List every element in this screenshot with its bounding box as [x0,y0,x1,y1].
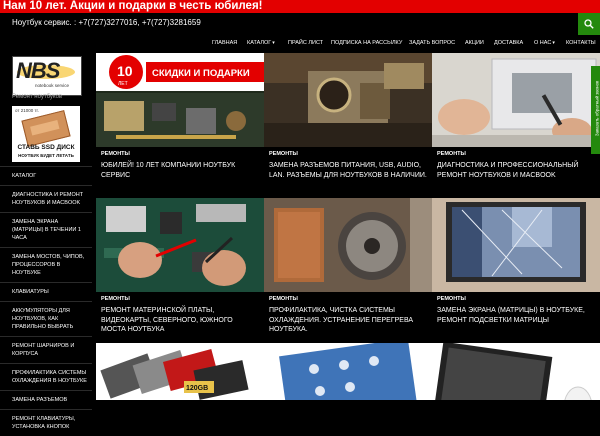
ssd-ad-banner[interactable]: от 21000 тг. СТАВЬ SSD ДИСК НОУТБУК БУДЕ… [12,106,80,162]
keyboard-membrane-image [264,343,432,400]
ssd-drives-image: 120GB [96,343,264,400]
post-category[interactable]: Ремонты [269,151,298,157]
macbook-repair-image [432,53,600,147]
ssd-ad-headline: СТАВЬ SSD ДИСК [17,144,75,151]
post-card[interactable]: 10 ЛЕТ СКИДКИ И ПОДАРКИ Ремонты Юбилей! … [96,53,264,198]
ssd-ad-tagline: НОУТБУК БУДЕТ ЛЕТАТЬ [18,153,74,158]
post-card[interactable]: Ремонты Диагностика и профессиональный р… [432,53,600,198]
post-thumbnail[interactable]: 10 ЛЕТ СКИДКИ И ПОДАРКИ [96,53,264,147]
nav-item-ask-question[interactable]: Задать вопрос [409,40,455,46]
post-card[interactable]: Ремонты Замена экрана (матрицы) в ноутбу… [432,198,600,343]
main-nav: Главная Каталог▾ Прайс лист Подписка на … [0,36,600,53]
post-thumbnail[interactable] [432,343,600,400]
chevron-down-icon: ▾ [552,40,555,46]
post-title[interactable]: Диагностика и профессиональный ремонт но… [437,161,595,180]
post-card[interactable]: Ремонты Профилактика, чистка системы охл… [264,198,432,343]
sidebar: NBS notebook service Ремонт ноутбуков от… [0,53,96,430]
post-category[interactable]: Ремонты [101,151,130,157]
nav-item-catalog[interactable]: Каталог▾ [247,40,275,46]
broken-screen-image [432,198,600,292]
anniversary-banner-image: 10 ЛЕТ СКИДКИ И ПОДАРКИ [96,53,264,147]
search-icon [584,19,594,29]
category-item[interactable]: Замена экрана (матрицы) в течении 1 часа [0,212,92,247]
post-thumbnail[interactable] [96,198,264,292]
nav-item-promotions[interactable]: Акции [465,40,484,46]
post-title[interactable]: Замена разъемов питания, USB, audio, LAN… [269,161,427,180]
cooling-fan-image [264,198,432,292]
banner-number: 10 [117,63,133,79]
power-jack-image [264,53,432,147]
category-item[interactable]: Диагностика и ремонт ноутбуков и MacBook [0,185,92,212]
category-item[interactable]: Профилактика системы охлаждения в ноутбу… [0,363,92,390]
banner-sub: ЛЕТ [118,81,128,87]
ssd-ad-price: от 21000 тг. [15,108,39,113]
post-card[interactable]: Ремонты Замена разъемов питания, USB, au… [264,53,432,198]
category-item[interactable]: Каталог [0,166,92,185]
post-thumbnail[interactable] [432,198,600,292]
category-item[interactable]: Аккумуляторы для ноутбуков, как правильн… [0,301,92,336]
post-thumbnail[interactable] [264,198,432,292]
post-card[interactable]: 120GB [96,343,264,400]
nav-item-home[interactable]: Главная [212,40,237,46]
promo-banner[interactable]: Нам 10 лет. Акции и подарки в честь юбил… [0,0,600,13]
site-logo[interactable]: NBS notebook service [12,56,82,96]
nav-item-label: Каталог [247,40,272,46]
banner-text: СКИДКИ И ПОДАРКИ [152,68,250,79]
logo-brand: NBS [16,58,60,83]
nav-item-delivery[interactable]: Доставка [494,40,523,46]
post-card[interactable] [264,343,432,400]
callback-tab[interactable]: Заказать обратный звонок [591,66,600,154]
repair-link[interactable]: Ремонт ноутбуков [12,94,62,100]
post-thumbnail[interactable]: 120GB [96,343,264,400]
post-category[interactable]: Ремонты [101,296,130,302]
category-menu: Каталог Диагностика и ремонт ноутбуков и… [0,166,92,436]
category-item[interactable]: Клавиатуры [0,282,92,301]
post-title[interactable]: Ремонт материнской платы, видеокарты, се… [101,306,259,335]
post-category[interactable]: Ремонты [437,296,466,302]
post-thumbnail[interactable] [264,343,432,400]
ssd-drive-image [21,110,71,147]
chevron-down-icon: ▾ [272,40,275,46]
post-thumbnail[interactable] [432,53,600,147]
logo-subtitle: notebook service [35,83,70,88]
post-title[interactable]: Замена экрана (матрицы) в ноутбуке, ремо… [437,306,595,325]
nav-item-price-list[interactable]: Прайс лист [288,40,323,46]
site-header: Ноутбук сервис. : +7(727)3277016, +7(727… [0,13,600,36]
post-title[interactable]: Профилактика, чистка системы охлаждения.… [269,306,427,335]
category-item[interactable]: Ремонт шарниров и корпуса [0,336,92,363]
nav-item-contacts[interactable]: Контакты [566,40,596,46]
post-card[interactable]: Ремонты Ремонт материнской платы, видеок… [96,198,264,343]
motherboard-repair-image [96,198,264,292]
nav-item-label: О нас [534,40,552,46]
nav-item-subscribe[interactable]: Подписка на рассылку [331,40,402,46]
post-card[interactable] [432,343,600,400]
header-contacts: Ноутбук сервис. : +7(727)3277016, +7(727… [12,18,201,27]
nav-item-about[interactable]: О нас▾ [534,40,555,46]
post-category[interactable]: Ремонты [269,296,298,302]
search-button[interactable] [578,13,600,35]
category-item[interactable]: Замена мостов, чипов, процессоров в ноут… [0,247,92,282]
category-item[interactable]: Ремонт клавиатуры, установка кнопок [0,409,92,436]
post-grid: 10 ЛЕТ СКИДКИ И ПОДАРКИ Ремонты Юбилей! … [96,53,600,400]
ssd-drive-label: 120GB [186,385,208,392]
post-category[interactable]: Ремонты [437,151,466,157]
post-title[interactable]: Юбилей! 10 лет компании Ноутбук Сервис [101,161,259,180]
laptop-screen-image [432,343,600,400]
post-thumbnail[interactable] [264,53,432,147]
callback-tab-label: Заказать обратный звонок [594,80,600,137]
